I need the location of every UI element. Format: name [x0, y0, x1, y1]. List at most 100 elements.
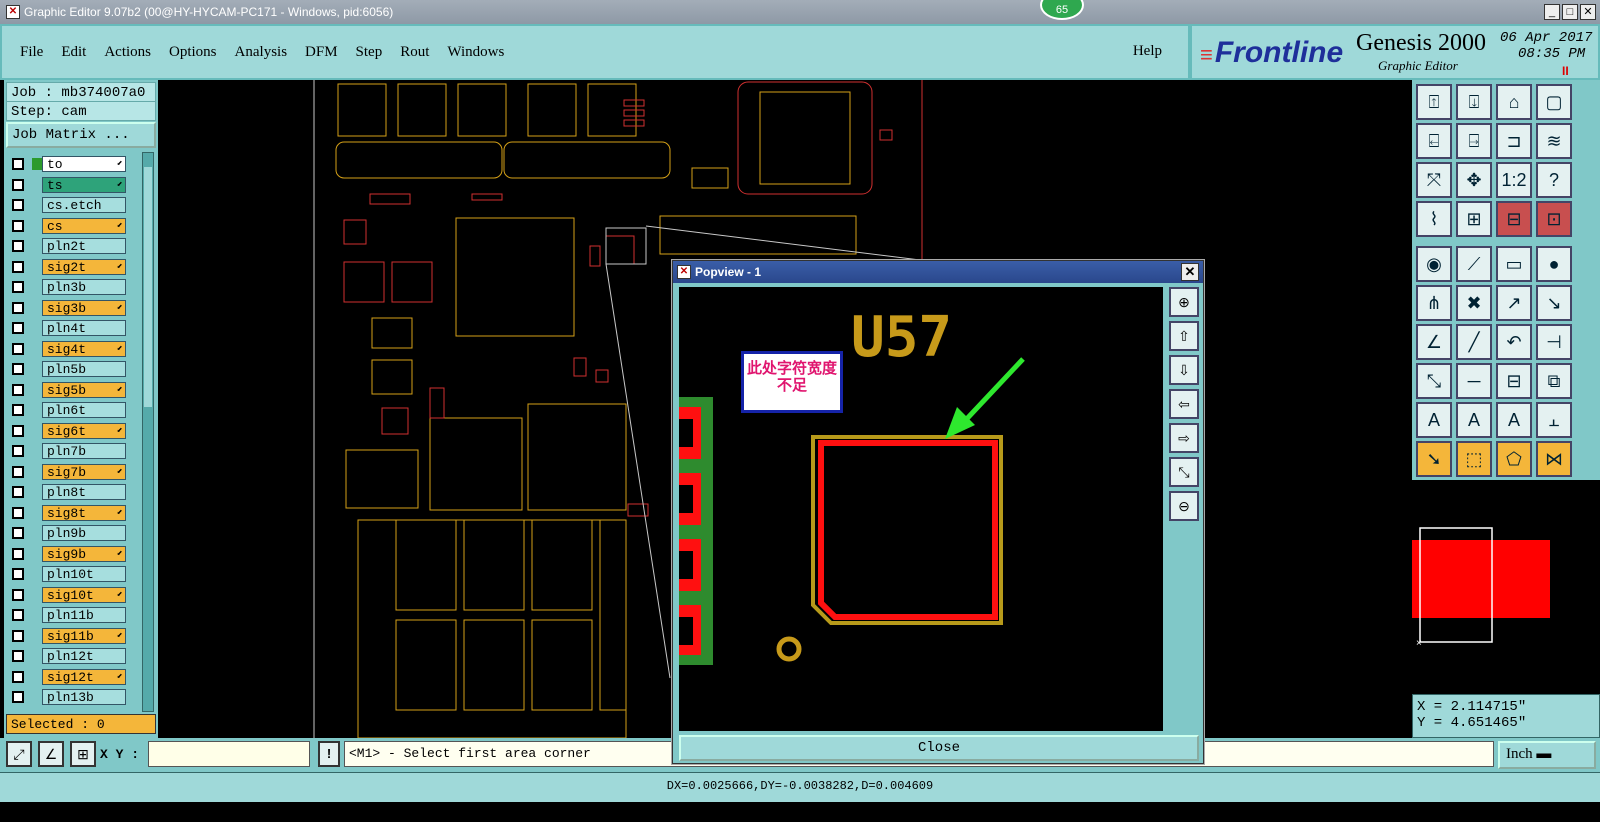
units-selector[interactable]: Inch ▬: [1498, 741, 1596, 769]
layer-name[interactable]: pln3b: [42, 279, 126, 296]
layer-checkbox[interactable]: [12, 670, 24, 683]
pan-down-icon[interactable]: ⇩: [1169, 355, 1199, 385]
layer-row[interactable]: pln10t: [8, 564, 132, 585]
zoom-in-icon[interactable]: ⊕: [1169, 287, 1199, 317]
grid-icon[interactable]: ⊞: [70, 741, 96, 767]
layer-row[interactable]: pln9b: [8, 523, 132, 544]
pan-left-icon[interactable]: ⇦: [1169, 389, 1199, 419]
layer-row[interactable]: sig10t ⬋: [8, 585, 132, 606]
layer-row[interactable]: sig8t ⬋: [8, 503, 132, 524]
layer-checkbox[interactable]: [12, 424, 24, 437]
layer-name[interactable]: pln8t: [42, 484, 126, 501]
minimize-button[interactable]: _: [1544, 4, 1560, 20]
layer-name[interactable]: pln12t: [42, 648, 126, 665]
layer-row[interactable]: sig5b ⬋: [8, 380, 132, 401]
layer-checkbox[interactable]: [12, 547, 24, 560]
layer-row[interactable]: sig11b ⬋: [8, 626, 132, 647]
layer-name[interactable]: cs.etch: [42, 197, 126, 214]
minimap[interactable]: ×: [1412, 480, 1600, 694]
snap-point-icon[interactable]: ↗: [1496, 285, 1532, 321]
layer-checkbox[interactable]: [12, 383, 24, 396]
layer-row[interactable]: pln7b: [8, 441, 132, 462]
select-poly-icon[interactable]: ⬠: [1496, 441, 1532, 477]
layer-name[interactable]: pln4t: [42, 320, 126, 337]
layer-row[interactable]: pln11b: [8, 605, 132, 626]
grid-icon[interactable]: ⊞: [1456, 201, 1492, 237]
layer-checkbox[interactable]: [12, 178, 24, 191]
undo-icon[interactable]: ↶: [1496, 324, 1532, 360]
measure-box-icon[interactable]: ⊟: [1496, 363, 1532, 399]
select-icon[interactable]: ➘: [1416, 441, 1452, 477]
layer-row[interactable]: cs.etch: [8, 195, 132, 216]
copy-down-icon[interactable]: ⍗: [1456, 84, 1492, 120]
layer-checkbox[interactable]: [12, 363, 24, 376]
layer-name[interactable]: pln11b: [42, 607, 126, 624]
line-red-icon[interactable]: ╱: [1456, 324, 1492, 360]
copy-right-icon[interactable]: ⍈: [1456, 123, 1492, 159]
draw-a2-icon[interactable]: A: [1456, 402, 1492, 438]
layer-checkbox[interactable]: [12, 486, 24, 499]
xy-input[interactable]: [148, 741, 310, 767]
layer-name[interactable]: sig11b ⬋: [42, 627, 126, 644]
draw-a3-icon[interactable]: A: [1496, 402, 1532, 438]
job-matrix-button[interactable]: Job Matrix ...: [6, 122, 156, 148]
line-tool-icon[interactable]: ⟋: [1456, 246, 1492, 282]
layer-name[interactable]: sig12t ⬋: [42, 668, 126, 685]
move-pad-icon[interactable]: ⤡: [1416, 363, 1452, 399]
layer-checkbox[interactable]: [12, 322, 24, 335]
layer-checkbox[interactable]: [12, 506, 24, 519]
popview-close-button[interactable]: Close: [679, 735, 1199, 761]
layer-name[interactable]: sig9b ⬋: [42, 545, 126, 562]
pan-up-icon[interactable]: ⇧: [1169, 321, 1199, 351]
fit-icon[interactable]: ⤧: [1416, 162, 1452, 198]
layer-checkbox[interactable]: [12, 158, 24, 171]
menu-rout[interactable]: Rout: [400, 44, 429, 61]
close-window-button[interactable]: ✕: [1580, 4, 1596, 20]
layer-name[interactable]: sig2t ⬋: [42, 258, 126, 275]
zoom-out-icon[interactable]: ⊖: [1169, 491, 1199, 521]
layer-checkbox[interactable]: [12, 219, 24, 232]
layer-checkbox[interactable]: [12, 629, 24, 642]
layer-checkbox[interactable]: [12, 240, 24, 253]
layer-row[interactable]: ts ⬋: [8, 175, 132, 196]
layer-row[interactable]: pln6t: [8, 400, 132, 421]
zoom-fit-icon[interactable]: ⤡: [1169, 457, 1199, 487]
layer-row[interactable]: pln13b: [8, 687, 132, 708]
layer-row[interactable]: cs ⬋: [8, 216, 132, 237]
menu-actions[interactable]: Actions: [104, 44, 151, 61]
layer-row[interactable]: pln2t: [8, 236, 132, 257]
dot-icon[interactable]: ●: [1536, 246, 1572, 282]
layer-checkbox[interactable]: [12, 465, 24, 478]
menu-edit[interactable]: Edit: [61, 44, 86, 61]
layer-name[interactable]: sig7b ⬋: [42, 463, 126, 480]
layer-row[interactable]: sig2t ⬋: [8, 257, 132, 278]
menu-dfm[interactable]: DFM: [305, 44, 338, 61]
select-net-icon[interactable]: ⋈: [1536, 441, 1572, 477]
scale-icon[interactable]: 1:2: [1496, 162, 1532, 198]
window-icon[interactable]: ▢: [1536, 84, 1572, 120]
redraw-icon[interactable]: ≋: [1536, 123, 1572, 159]
layer-checkbox[interactable]: [12, 650, 24, 663]
layer-name[interactable]: sig5b ⬋: [42, 381, 126, 398]
snap-icon[interactable]: ⤢: [6, 741, 32, 767]
menu-options[interactable]: Options: [169, 44, 217, 61]
menu-analysis[interactable]: Analysis: [235, 44, 288, 61]
center-icon[interactable]: ✥: [1456, 162, 1492, 198]
menu-windows[interactable]: Windows: [447, 44, 504, 61]
layer-checkbox[interactable]: [12, 691, 24, 704]
layers-icon[interactable]: ⊟: [1496, 201, 1532, 237]
pan-right-icon[interactable]: ⇨: [1169, 423, 1199, 453]
angle-tool-icon[interactable]: ∠: [1416, 324, 1452, 360]
layer-row[interactable]: sig4t ⬋: [8, 339, 132, 360]
notification-badge[interactable]: 65: [1040, 0, 1084, 20]
pad-icon[interactable]: ◉: [1416, 246, 1452, 282]
layer-name[interactable]: pln5b: [42, 361, 126, 378]
layer-name[interactable]: pln13b: [42, 689, 126, 706]
layer-row[interactable]: pln12t: [8, 646, 132, 667]
copy-up-icon[interactable]: ⍐: [1416, 84, 1452, 120]
message-icon[interactable]: !: [318, 741, 340, 767]
layer-name[interactable]: sig4t ⬋: [42, 340, 126, 357]
ruler-icon[interactable]: ▭: [1496, 246, 1532, 282]
layer-row[interactable]: sig3b ⬋: [8, 298, 132, 319]
layer-name[interactable]: pln2t: [42, 238, 126, 255]
